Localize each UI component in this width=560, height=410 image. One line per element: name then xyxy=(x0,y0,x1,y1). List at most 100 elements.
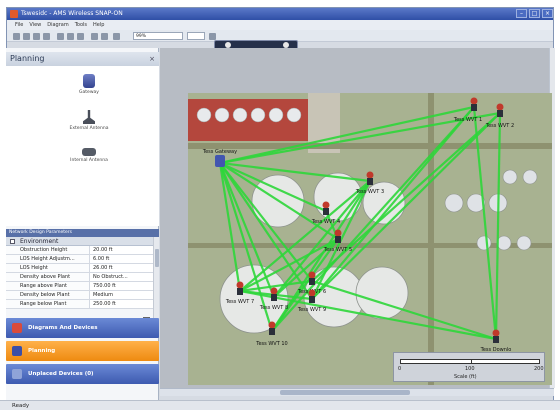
device-palette: Gateway External Antenna Internal Antenn… xyxy=(6,66,159,226)
device-label: Tess WVT 9 xyxy=(297,307,326,313)
pointer-icon[interactable] xyxy=(209,33,216,40)
transmitter-head-icon xyxy=(470,97,478,105)
transmitter-head-icon xyxy=(366,171,374,179)
parameter-row[interactable]: Range above Plant 750.00 ft xyxy=(6,282,153,291)
palette-item-gateway[interactable]: Gateway xyxy=(64,74,114,95)
transmitter-body-icon xyxy=(335,236,341,243)
site-map[interactable]: Tess Gateway Tess WVT 1 Tess WVT 2 Tess WVT… xyxy=(188,93,552,385)
zoom-icon[interactable] xyxy=(113,33,120,40)
parameter-row[interactable]: Range below Plant 250.00 ft xyxy=(6,300,153,309)
maximize-button[interactable]: □ xyxy=(529,9,540,18)
parameter-value[interactable]: 750.00 ft xyxy=(90,282,153,290)
lock-icon[interactable] xyxy=(101,33,108,40)
status-bar: Ready xyxy=(0,400,560,410)
transmitter-body-icon xyxy=(471,104,477,111)
parameter-name: Density above Plant xyxy=(6,273,90,281)
menu-file[interactable]: File xyxy=(15,22,23,28)
copy-icon[interactable] xyxy=(67,33,74,40)
zoom-combo[interactable]: 99% xyxy=(133,32,183,40)
collapse-toggle-icon[interactable] xyxy=(10,239,15,244)
close-button[interactable]: × xyxy=(542,9,553,18)
save-icon[interactable] xyxy=(33,33,40,40)
canvas-horizontal-scrollbar[interactable] xyxy=(160,388,554,396)
parameter-value[interactable]: 6.00 ft xyxy=(90,255,153,263)
transmitter-head-icon xyxy=(334,229,342,237)
transmitter-head-icon xyxy=(496,103,504,111)
status-text: Ready xyxy=(12,403,30,409)
palette-item-external-antenna[interactable]: External Antenna xyxy=(64,110,114,131)
parameter-row[interactable]: Density below Plant Medium xyxy=(6,291,153,300)
window-controls: – □ × xyxy=(516,9,553,18)
parameter-group-environment[interactable]: Environment xyxy=(6,237,153,246)
menu-tools[interactable]: Tools xyxy=(75,22,87,28)
transmitter-head-icon xyxy=(308,289,316,297)
parameter-value[interactable]: Medium xyxy=(90,291,153,299)
device-label: Tess WVT 8 xyxy=(259,305,288,311)
navigation-panel: Diagrams And Devices Planning Unplaced D… xyxy=(6,318,159,387)
title-bar: Tswesidc - AMS Wireless SNAP-ON – □ × xyxy=(7,8,553,20)
planning-icon xyxy=(12,346,22,356)
shape-combo[interactable] xyxy=(187,32,205,40)
external-antenna-icon xyxy=(83,110,95,124)
device-label: Tess WVT 5 xyxy=(323,247,352,253)
parameter-row[interactable]: LOS Height Adjustm... 6.00 ft xyxy=(6,255,153,264)
road xyxy=(428,93,434,385)
transmitter-head-icon xyxy=(236,281,244,289)
transmitter-body-icon xyxy=(493,336,499,343)
nav-planning[interactable]: Planning xyxy=(6,341,159,361)
panel-close-icon[interactable]: × xyxy=(149,52,155,66)
parameter-value[interactable]: 250.00 ft xyxy=(90,300,153,308)
menu-bar: File View Diagram Tools Help xyxy=(7,20,553,30)
parameter-value[interactable]: 20.00 ft xyxy=(90,246,153,254)
parameter-row[interactable]: LOS Height 26.00 ft xyxy=(6,264,153,273)
nav-diagrams-and-devices[interactable]: Diagrams And Devices xyxy=(6,318,159,338)
transmitter-body-icon xyxy=(309,296,315,303)
app-icon xyxy=(10,10,18,18)
device-label: Tess WVT 10 xyxy=(255,341,287,347)
scrollbar-thumb[interactable] xyxy=(155,249,159,267)
transmitter-body-icon xyxy=(367,178,373,185)
transmitter-body-icon xyxy=(497,110,503,117)
transmitter-head-icon xyxy=(322,201,330,209)
device-label: Tess WVT 3 xyxy=(355,189,384,195)
parameter-grid: Obstruction Height 20.00 ft LOS Height Ad… xyxy=(6,246,153,309)
transmitter-body-icon xyxy=(237,288,243,295)
paste-icon[interactable] xyxy=(77,33,84,40)
menu-view[interactable]: View xyxy=(29,22,41,28)
minimize-button[interactable]: – xyxy=(516,9,527,18)
transmitter-body-icon xyxy=(309,278,315,285)
diagrams-icon xyxy=(12,323,22,333)
parameter-name: Range below Plant xyxy=(6,300,90,308)
parameter-row[interactable]: Obstruction Height 20.00 ft xyxy=(6,246,153,255)
parameters-scrollbar[interactable] xyxy=(153,237,159,322)
device-label: Tess WVT 4 xyxy=(311,219,340,225)
scrollbar-thumb[interactable] xyxy=(280,390,410,395)
parameter-name: Obstruction Height xyxy=(6,246,90,254)
parameter-value[interactable]: No Obstruct... xyxy=(90,273,153,281)
scale-tick-label: 200 xyxy=(534,366,544,372)
palette-label: External Antenna xyxy=(69,126,109,131)
device-label: Tess Gateway xyxy=(202,149,237,155)
parameter-value[interactable]: 26.00 ft xyxy=(90,264,153,272)
nav-unplaced-devices[interactable]: Unplaced Devices (0) xyxy=(6,364,159,384)
road xyxy=(188,143,552,149)
open-icon[interactable] xyxy=(23,33,30,40)
scale-bar xyxy=(400,359,540,364)
disk-icon[interactable] xyxy=(91,33,98,40)
internal-antenna-icon xyxy=(82,148,96,156)
scale-tick-label: 0 xyxy=(398,366,402,372)
panel-header: Planning × xyxy=(6,52,159,66)
parameter-name: LOS Height Adjustm... xyxy=(6,255,90,263)
print-icon[interactable] xyxy=(43,33,50,40)
menu-diagram[interactable]: Diagram xyxy=(47,22,68,28)
new-icon[interactable] xyxy=(13,33,20,40)
parameter-name: LOS Height xyxy=(6,264,90,272)
menu-help[interactable]: Help xyxy=(93,22,104,28)
unplaced-devices-icon xyxy=(12,369,22,379)
parameter-row[interactable]: Density above Plant No Obstruct... xyxy=(6,273,153,282)
transmitter-head-icon xyxy=(270,287,278,295)
palette-item-internal-antenna[interactable]: Internal Antenna xyxy=(64,148,114,163)
palette-label: Internal Antenna xyxy=(70,158,108,163)
cut-icon[interactable] xyxy=(57,33,64,40)
scale-label: Scale (ft) xyxy=(454,374,477,380)
